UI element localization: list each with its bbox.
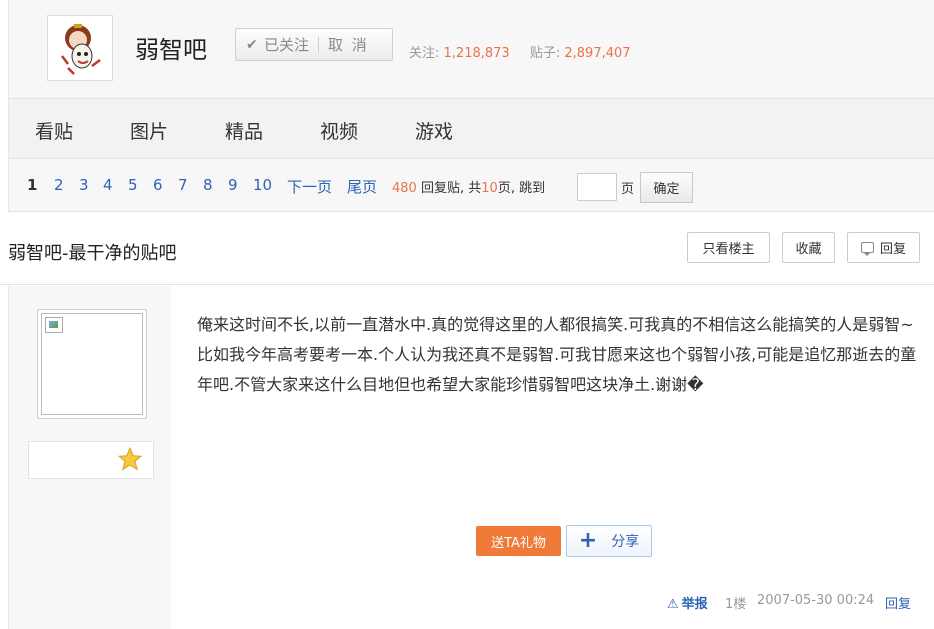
- reply-count: 480: [392, 181, 417, 196]
- total-suffix: 页,: [497, 181, 515, 196]
- share-button[interactable]: + 分享: [566, 525, 652, 557]
- page-unit-label: 页: [621, 182, 635, 197]
- broken-image-icon: [45, 317, 63, 333]
- post-floor-1: 俺来这时间不长,以前一直潜水中.真的觉得这里的人都很搞笑.可我真的不相信这么能搞…: [8, 286, 934, 629]
- post-body-text: 俺来这时间不长,以前一直潜水中.真的觉得这里的人都很搞笑.可我真的不相信这么能搞…: [197, 315, 917, 394]
- page-3-link[interactable]: 3: [79, 176, 89, 194]
- only-op-button[interactable]: 只看楼主: [687, 232, 770, 263]
- tab-videos[interactable]: 视频: [320, 117, 358, 144]
- forum-header: 弱智吧 ✔ 已关注 取 消 关注: 1,218,873 贴子: 2,897,40…: [8, 0, 934, 98]
- follow-status-button[interactable]: ✔ 已关注 取 消: [235, 28, 393, 61]
- forum-name[interactable]: 弱智吧: [135, 30, 207, 65]
- page-4-link[interactable]: 4: [103, 176, 113, 194]
- post-content-column: 俺来这时间不长,以前一直潜水中.真的觉得这里的人都很搞笑.可我真的不相信这么能搞…: [171, 286, 934, 629]
- forum-nav: 看贴 图片 精品 视频 游戏: [8, 98, 934, 158]
- page-5-link[interactable]: 5: [128, 176, 138, 194]
- thread-reply-label: 回复: [879, 242, 906, 257]
- forum-stats: 关注: 1,218,873 贴子: 2,897,407: [409, 42, 647, 61]
- posts-count: 2,897,407: [564, 46, 631, 61]
- tab-featured[interactable]: 精品: [225, 117, 263, 144]
- page-1-current: 1: [27, 176, 38, 194]
- post-reply-link[interactable]: 回复: [885, 593, 911, 612]
- star-icon: [117, 446, 143, 471]
- report-label: 举报: [681, 597, 708, 612]
- followed-label: 已关注: [264, 36, 310, 54]
- page-2-link[interactable]: 2: [54, 176, 64, 194]
- thread-title-bar: 弱智吧-最干净的贴吧 只看楼主 收藏 回复: [0, 215, 934, 285]
- author-column: [9, 286, 171, 629]
- jump-label: 跳到: [519, 181, 546, 196]
- share-label: 分享: [611, 534, 640, 550]
- pagination-bar: 1 2 3 4 5 6 7 8 9 10 下一页 尾页 480 回复贴, 共10…: [8, 158, 934, 212]
- floor-number: 1楼: [725, 597, 747, 612]
- total-pages: 10: [481, 181, 498, 196]
- user-avatar[interactable]: [37, 309, 147, 419]
- divider: [318, 36, 320, 53]
- next-page-link[interactable]: 下一页: [287, 176, 332, 197]
- posts-label: 贴子:: [529, 46, 561, 61]
- thread-reply-button[interactable]: 回复: [847, 232, 920, 263]
- tab-images[interactable]: 图片: [130, 117, 168, 144]
- send-gift-button[interactable]: 送TA礼物: [476, 526, 561, 556]
- tab-posts[interactable]: 看贴: [35, 117, 73, 144]
- warning-icon: ⚠: [667, 597, 679, 612]
- user-level-badge: [28, 441, 154, 479]
- check-icon: ✔: [246, 36, 258, 53]
- forum-avatar[interactable]: [47, 15, 113, 81]
- total-prefix: 共: [468, 181, 482, 196]
- followers-label: 关注:: [409, 46, 440, 61]
- jump-confirm-button[interactable]: 确定: [640, 172, 693, 203]
- pager-info: 480 回复贴, 共10页, 跳到: [392, 177, 545, 196]
- tab-games[interactable]: 游戏: [415, 117, 453, 144]
- plus-icon: +: [578, 528, 598, 553]
- page-10-link[interactable]: 10: [253, 176, 272, 194]
- thread-title: 弱智吧-最干净的贴吧: [8, 243, 177, 264]
- page-8-link[interactable]: 8: [203, 176, 213, 194]
- followers-count: 1,218,873: [443, 46, 510, 61]
- report-link[interactable]: ⚠ 举报: [667, 593, 708, 612]
- post-timestamp: 2007-05-30 00:24: [757, 593, 875, 608]
- page-9-link[interactable]: 9: [228, 176, 238, 194]
- monkey-logo-icon: [61, 24, 101, 75]
- page-7-link[interactable]: 7: [178, 176, 188, 194]
- unfollow-button[interactable]: 取 消: [328, 34, 369, 55]
- reply-count-label: 回复贴,: [420, 181, 465, 196]
- last-page-link[interactable]: 尾页: [347, 176, 377, 197]
- reply-icon: [860, 242, 874, 256]
- jump-page-input[interactable]: [577, 173, 617, 201]
- page-6-link[interactable]: 6: [153, 176, 163, 194]
- favorite-button[interactable]: 收藏: [782, 232, 835, 263]
